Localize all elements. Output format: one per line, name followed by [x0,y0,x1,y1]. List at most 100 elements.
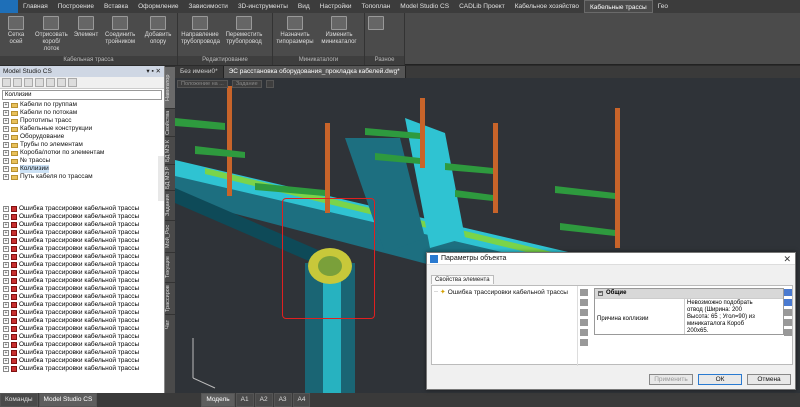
dialog-tree-item[interactable]: ┈ ✦ Ошибка трассировки кабельной трассы [434,288,568,297]
ribbon-button[interactable]: Соединить тройником [101,16,139,53]
collision-item[interactable]: + Ошибка трассировки кабельной трассы [0,277,165,285]
expand-icon[interactable]: + [3,230,9,236]
tree-item[interactable]: + № трассы [0,157,164,165]
toolbar-icon[interactable] [580,329,588,336]
expand-icon[interactable]: + [3,102,9,108]
toolbar-icon[interactable] [580,289,588,296]
apply-button[interactable]: Применить [649,374,693,385]
ribbon-button[interactable]: Сетка осей [0,16,32,53]
expand-icon[interactable]: + [3,310,9,316]
side-tab[interactable]: БД МЭ К [165,136,175,164]
expand-icon[interactable]: + [3,126,9,132]
expand-icon[interactable]: + [3,246,9,252]
ribbon-button[interactable]: Изменить миникаталог [317,16,361,46]
collision-item[interactable]: + Ошибка трассировки кабельной трассы [0,269,165,277]
expand-icon[interactable]: + [3,150,9,156]
expand-icon[interactable]: + [3,134,9,140]
expand-icon[interactable]: + [3,286,9,292]
settings-icon[interactable] [46,78,55,87]
expand-icon[interactable]: + [3,118,9,124]
side-tab[interactable]: Навигатор [165,66,175,108]
status-tab[interactable]: Model Studio CS [38,393,98,407]
collision-item[interactable]: + Ошибка трассировки кабельной трассы [0,205,165,213]
collision-item[interactable]: + Ошибка трассировки кабельной трассы [0,333,165,341]
status-tab[interactable]: A3 [273,393,292,407]
ribbon-button[interactable] [365,16,387,32]
status-tab[interactable]: A1 [235,393,254,407]
navigator-search-input[interactable]: Коллизии [2,90,162,100]
expand-icon[interactable]: + [3,214,9,220]
expand-icon[interactable]: + [3,206,9,212]
sort-icon[interactable] [784,299,792,306]
menu-tab[interactable]: Оформление [133,0,183,13]
collision-item[interactable]: + Ошибка трассировки кабельной трассы [0,229,165,237]
ok-button[interactable]: ОК [698,374,742,385]
collision-item[interactable]: + Ошибка трассировки кабельной трассы [0,349,165,357]
panel-window-buttons[interactable]: ▾ ▪ ✕ [146,66,161,77]
menu-tab[interactable]: 3D-инструменты [233,0,293,13]
search-icon[interactable] [68,78,77,87]
expand-icon[interactable] [24,78,33,87]
tree-item[interactable]: + Кабели по группам [0,101,164,109]
toolbar-icon[interactable] [784,329,792,336]
menu-tab[interactable]: Построение [53,0,99,13]
collision-item[interactable]: + Ошибка трассировки кабельной трассы [0,365,165,373]
tree-item[interactable]: + Прототипы трасс [0,117,164,125]
collapse-icon[interactable] [35,78,44,87]
property-row[interactable]: Причина коллизии Невозможно подобрать от… [595,298,783,334]
expand-icon[interactable]: + [3,222,9,228]
viewport-control[interactable]: Задание [231,80,262,88]
menu-tab[interactable]: Настройки [315,0,357,13]
menu-tab[interactable]: Гео [653,0,673,13]
refresh-icon[interactable] [13,78,22,87]
close-icon[interactable]: ✕ [783,253,791,265]
status-tab[interactable]: A4 [292,393,311,407]
ribbon-button[interactable]: Назначить типоразмеры [273,16,317,46]
expand-icon[interactable]: + [3,326,9,332]
expand-icon[interactable]: + [3,238,9,244]
app-logo-icon[interactable] [0,0,18,13]
side-tab[interactable]: Текущие [165,252,175,282]
collision-item[interactable]: + Ошибка трассировки кабельной трассы [0,317,165,325]
filter-icon[interactable] [2,78,11,87]
side-tab[interactable]: Мой_Рос [165,220,175,252]
menu-tab[interactable]: Топоплан [357,0,396,13]
toolbar-icon[interactable] [784,309,792,316]
menu-tab[interactable]: Model Studio CS [395,0,454,13]
collision-item[interactable]: + Ошибка трассировки кабельной трассы [0,309,165,317]
expand-icon[interactable]: + [3,110,9,116]
expand-icon[interactable]: + [3,270,9,276]
expand-icon[interactable]: + [3,366,9,372]
toolbar-icon[interactable] [580,319,588,326]
expand-icon[interactable]: + [3,254,9,260]
menu-tab[interactable]: Вид [293,0,315,13]
menu-tab[interactable]: Главная [18,0,53,13]
tree-item[interactable]: + Трубы по элементам [0,141,164,149]
side-tab[interactable]: Трассиров [165,282,175,314]
menu-tab[interactable]: Вставка [99,0,133,13]
expand-icon[interactable]: + [3,350,9,356]
toolbar-icon[interactable] [784,319,792,326]
collision-item[interactable]: + Ошибка трассировки кабельной трассы [0,293,165,301]
tab-element-properties[interactable]: Свойства элемента [431,275,494,284]
ribbon-button[interactable]: Переместить трубопровод [222,16,266,46]
collision-item[interactable]: + Ошибка трассировки кабельной трассы [0,301,165,309]
expand-icon[interactable]: + [3,358,9,364]
toolbar-icon[interactable] [580,339,588,346]
expand-icon[interactable]: + [3,334,9,340]
collision-item[interactable]: + Ошибка трассировки кабельной трассы [0,221,165,229]
tree-scrollbar[interactable] [158,156,164,201]
viewport-control[interactable] [265,80,274,88]
collision-item[interactable]: + Ошибка трассировки кабельной трассы [0,357,165,365]
side-tab[interactable]: Задания [165,190,175,220]
tree-item[interactable]: + Короба/лотки по элементам [0,149,164,157]
tree-item[interactable]: + Кабельные конструкции [0,125,164,133]
expand-icon[interactable]: + [3,142,9,148]
collapse-icon[interactable]: − [598,291,603,296]
viewport-control[interactable]: Положение на ... [177,80,228,88]
collision-item[interactable]: + Ошибка трассировки кабельной трассы [0,253,165,261]
ribbon-button[interactable]: Отрисовать короб/лоток [32,16,71,53]
expand-icon[interactable]: + [3,294,9,300]
toolbar-icon[interactable] [580,299,588,306]
collision-item[interactable]: + Ошибка трассировки кабельной трассы [0,341,165,349]
